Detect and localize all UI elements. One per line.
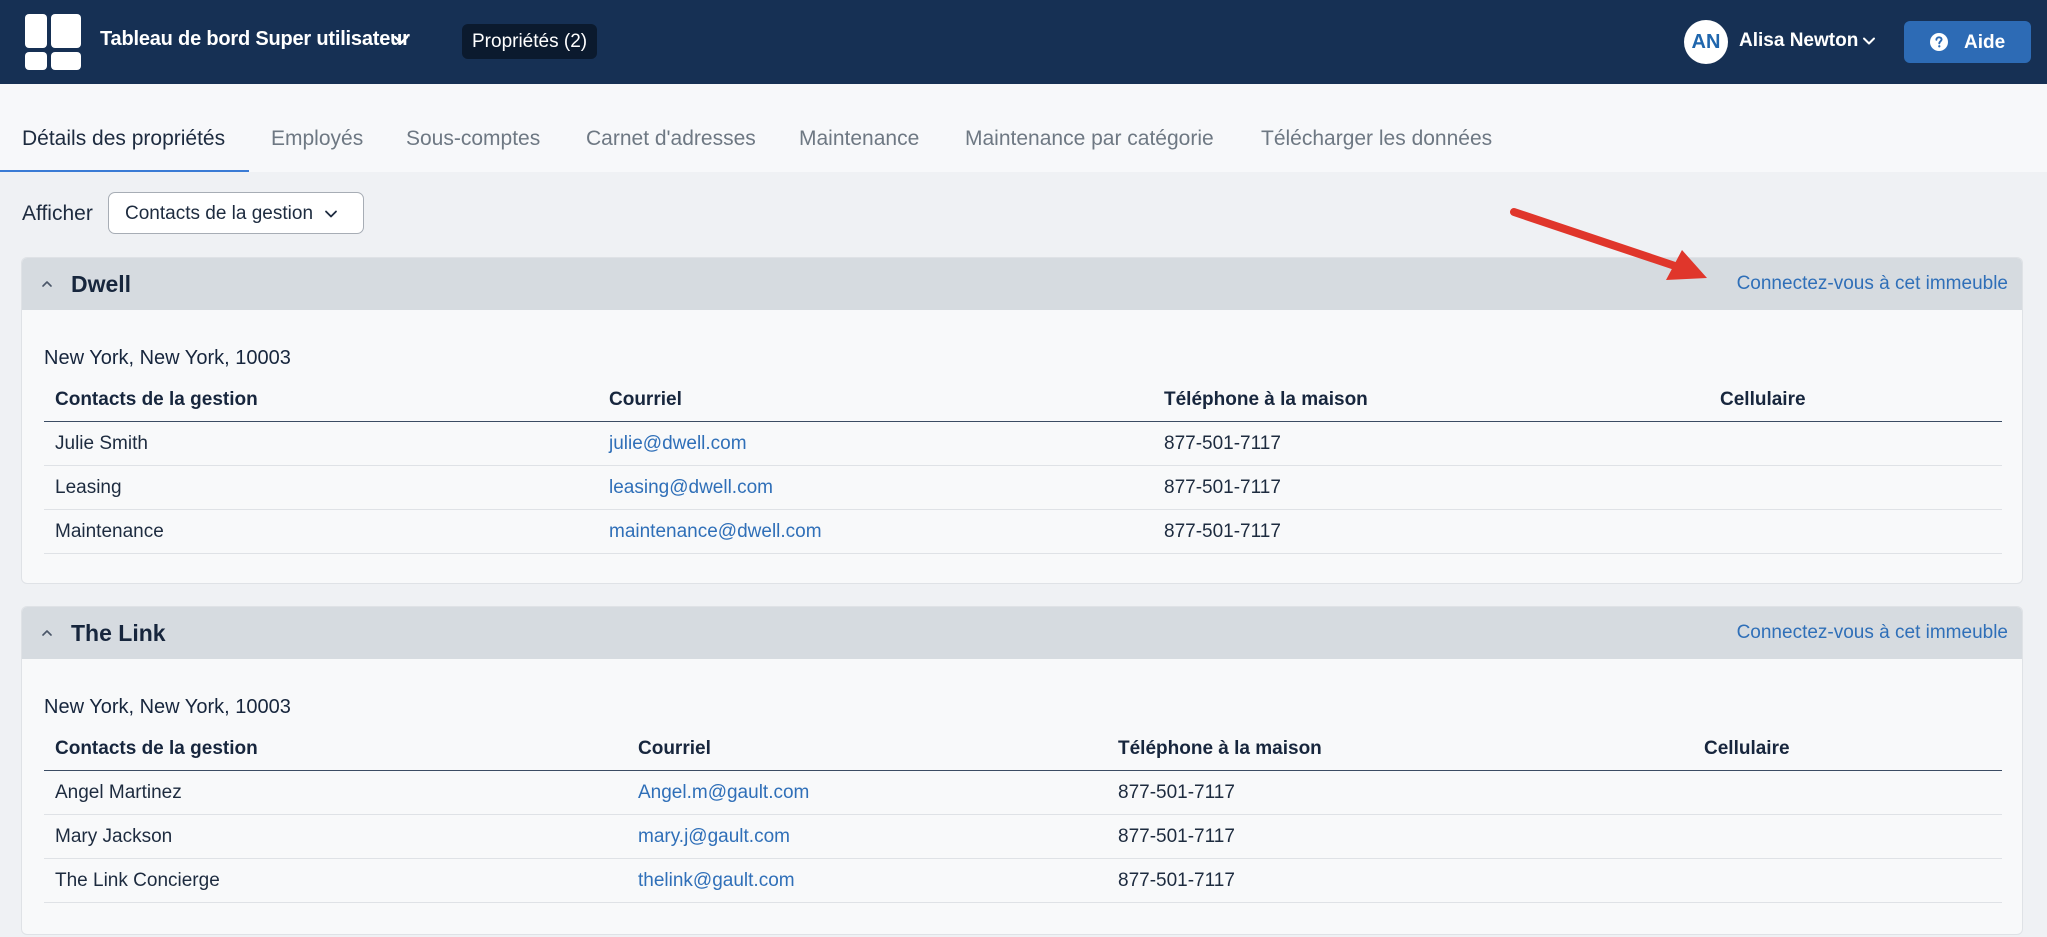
table-header-row: Contacts de la gestion Courriel Téléphon… bbox=[44, 727, 2002, 771]
help-label: Aide bbox=[1964, 32, 2006, 53]
tab-download-data[interactable]: Télécharger les données bbox=[1261, 127, 1492, 151]
contact-name: Angel Martinez bbox=[44, 770, 627, 815]
column-header: Cellulaire bbox=[1693, 727, 2002, 771]
cell-phone bbox=[1693, 814, 2002, 859]
filter-label: Afficher bbox=[22, 202, 93, 225]
tab-address-book[interactable]: Carnet d'adresses bbox=[586, 127, 756, 151]
column-header: Contacts de la gestion bbox=[44, 727, 627, 771]
cell-phone bbox=[1709, 421, 2002, 466]
dashboard-logo-icon[interactable] bbox=[25, 14, 81, 70]
email-link[interactable]: julie@dwell.com bbox=[598, 421, 1153, 466]
top-navbar: Tableau de bord Super utilisateur Propri… bbox=[0, 0, 2047, 84]
contacts-table: Contacts de la gestion Courriel Téléphon… bbox=[44, 727, 2002, 903]
chevron-down-icon[interactable] bbox=[391, 30, 411, 50]
email-link[interactable]: thelink@gault.com bbox=[627, 858, 1107, 903]
dashboard-title[interactable]: Tableau de bord Super utilisateur bbox=[100, 28, 410, 51]
email-link[interactable]: Angel.m@gault.com bbox=[627, 770, 1107, 815]
table-row: Julie Smith julie@dwell.com 877-501-7117 bbox=[44, 421, 2002, 466]
email-link[interactable]: mary.j@gault.com bbox=[627, 814, 1107, 859]
user-menu-chevron-icon[interactable] bbox=[1861, 33, 1877, 49]
connect-to-building-link[interactable]: Connectez-vous à cet immeuble bbox=[1737, 622, 2008, 644]
home-phone: 877-501-7117 bbox=[1153, 465, 1709, 510]
contact-name: Leasing bbox=[44, 465, 598, 510]
contact-name: Mary Jackson bbox=[44, 814, 627, 859]
home-phone: 877-501-7117 bbox=[1153, 509, 1709, 554]
chevron-down-icon bbox=[325, 210, 337, 218]
tab-bar: Détails des propriétés Employés Sous-com… bbox=[0, 84, 2047, 172]
table-row: Leasing leasing@dwell.com 877-501-7117 bbox=[44, 465, 2002, 510]
cell-phone bbox=[1709, 509, 2002, 554]
property-name: Dwell bbox=[71, 271, 132, 297]
property-name: The Link bbox=[71, 620, 166, 646]
help-button[interactable]: Aide bbox=[1904, 21, 2031, 63]
table-row: Mary Jackson mary.j@gault.com 877-501-71… bbox=[44, 814, 2002, 859]
property-card-header[interactable]: The Link Connectez-vous à cet immeuble bbox=[22, 607, 2022, 659]
chevron-up-icon[interactable] bbox=[41, 278, 53, 290]
home-phone: 877-501-7117 bbox=[1107, 858, 1693, 903]
column-header: Courriel bbox=[627, 727, 1107, 771]
column-header: Courriel bbox=[598, 378, 1153, 422]
column-header: Téléphone à la maison bbox=[1153, 378, 1709, 422]
table-row: The Link Concierge thelink@gault.com 877… bbox=[44, 858, 2002, 903]
tab-property-details[interactable]: Détails des propriétés bbox=[22, 127, 225, 151]
contacts-table: Contacts de la gestion Courriel Téléphon… bbox=[44, 378, 2002, 554]
property-card: The Link Connectez-vous à cet immeuble N… bbox=[21, 606, 2023, 935]
table-row: Maintenance maintenance@dwell.com 877-50… bbox=[44, 509, 2002, 554]
column-header: Téléphone à la maison bbox=[1107, 727, 1693, 771]
home-phone: 877-501-7117 bbox=[1107, 814, 1693, 859]
view-select-value: Contacts de la gestion bbox=[125, 203, 314, 224]
home-phone: 877-501-7117 bbox=[1107, 770, 1693, 815]
connect-to-building-link[interactable]: Connectez-vous à cet immeuble bbox=[1737, 273, 2008, 295]
user-name[interactable]: Alisa Newton bbox=[1739, 30, 1858, 52]
tab-employees[interactable]: Employés bbox=[271, 127, 363, 151]
property-card-header[interactable]: Dwell Connectez-vous à cet immeuble bbox=[22, 258, 2022, 310]
contact-name: Maintenance bbox=[44, 509, 598, 554]
cell-phone bbox=[1693, 770, 2002, 815]
property-address: New York, New York, 10003 bbox=[44, 347, 291, 369]
annotation-arrow-icon bbox=[1510, 208, 1707, 280]
contact-name: Julie Smith bbox=[44, 421, 598, 466]
table-header-row: Contacts de la gestion Courriel Téléphon… bbox=[44, 378, 2002, 422]
contact-name: The Link Concierge bbox=[44, 858, 627, 903]
chevron-up-icon[interactable] bbox=[41, 627, 53, 639]
email-link[interactable]: leasing@dwell.com bbox=[598, 465, 1153, 510]
column-header: Cellulaire bbox=[1709, 378, 2002, 422]
question-circle-icon bbox=[1930, 33, 1948, 51]
email-link[interactable]: maintenance@dwell.com bbox=[598, 509, 1153, 554]
property-card: Dwell Connectez-vous à cet immeuble New … bbox=[21, 257, 2023, 584]
active-tab-indicator bbox=[0, 170, 249, 172]
view-select[interactable]: Contacts de la gestion bbox=[108, 192, 364, 234]
column-header: Contacts de la gestion bbox=[44, 378, 598, 422]
tab-maintenance[interactable]: Maintenance bbox=[799, 127, 919, 151]
tab-maintenance-by-category[interactable]: Maintenance par catégorie bbox=[965, 127, 1214, 151]
avatar[interactable]: AN bbox=[1684, 20, 1728, 64]
cell-phone bbox=[1693, 858, 2002, 903]
table-row: Angel Martinez Angel.m@gault.com 877-501… bbox=[44, 770, 2002, 815]
property-address: New York, New York, 10003 bbox=[44, 696, 291, 718]
home-phone: 877-501-7117 bbox=[1153, 421, 1709, 466]
properties-button[interactable]: Propriétés (2) bbox=[462, 24, 598, 59]
tab-sub-accounts[interactable]: Sous-comptes bbox=[406, 127, 540, 151]
cell-phone bbox=[1709, 465, 2002, 510]
